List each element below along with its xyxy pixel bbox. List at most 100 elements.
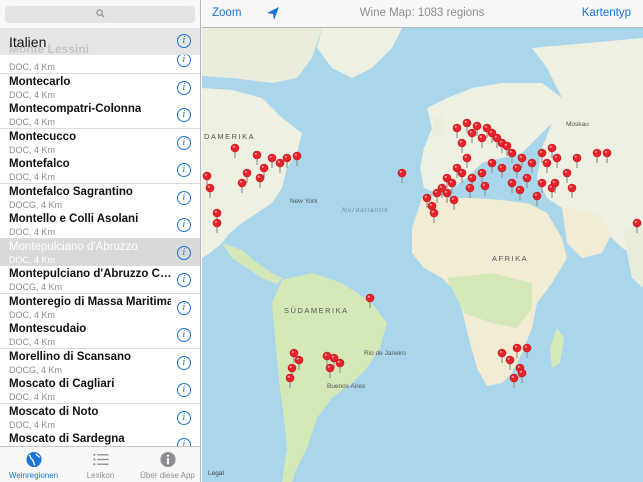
wine-region-pin[interactable]	[572, 153, 582, 168]
wine-region-pin[interactable]	[465, 183, 475, 198]
wine-region-pin[interactable]	[282, 153, 292, 168]
detail-info-icon[interactable]: i	[177, 53, 191, 67]
wine-region-pin[interactable]	[542, 158, 552, 173]
wine-region-pin[interactable]	[507, 178, 517, 193]
detail-info-icon[interactable]: i	[177, 300, 191, 315]
wine-region-pin[interactable]	[467, 128, 477, 143]
wine-region-pin[interactable]	[562, 168, 572, 183]
detail-info-icon[interactable]: i	[177, 355, 191, 370]
wine-region-pin[interactable]	[497, 348, 507, 363]
wine-region-pins[interactable]	[202, 28, 643, 482]
region-row[interactable]: Montecucco DOC, 4 Km i	[0, 128, 200, 157]
detail-info-icon[interactable]: i	[177, 108, 191, 122]
detail-info-icon[interactable]: i	[177, 190, 191, 205]
wine-region-pin[interactable]	[275, 158, 285, 173]
region-classification: DOC, 4 Km	[9, 309, 56, 320]
wine-region-pin[interactable]	[537, 178, 547, 193]
detail-info-icon[interactable]: i	[177, 218, 191, 232]
tab-ueber-diese-app[interactable]: Über diese App	[134, 447, 200, 482]
wine-region-pin[interactable]	[462, 153, 472, 168]
region-row[interactable]: Moscato di Cagliari DOC, 4 Km i	[0, 376, 200, 404]
wine-region-pin[interactable]	[509, 373, 519, 388]
region-classification: DOC, 4 Km	[9, 144, 56, 155]
wine-region-pin[interactable]	[397, 168, 407, 183]
region-row[interactable]: Montecompatri-Colonna DOC, 4 Km i	[0, 101, 200, 129]
region-row[interactable]: Monteregio di Massa Maritima DOC, 4 Km i	[0, 293, 200, 322]
tab-weinregionen[interactable]: Weinregionen	[0, 447, 67, 482]
wine-region-pin[interactable]	[517, 368, 527, 383]
detail-info-icon[interactable]: i	[177, 328, 191, 342]
wine-region-pin[interactable]	[532, 191, 542, 206]
wine-region-pin[interactable]	[285, 373, 295, 388]
region-row[interactable]: Montescudaio DOC, 4 Km i	[0, 321, 200, 349]
legal-link[interactable]: Legal	[208, 470, 224, 477]
globe-icon	[25, 451, 42, 468]
region-row[interactable]: Montecarlo DOC, 4 Km i	[0, 73, 200, 102]
search-field[interactable]	[5, 6, 195, 23]
wine-region-pin[interactable]	[457, 138, 467, 153]
region-name: Moscato di Noto	[9, 405, 99, 418]
wine-region-pin[interactable]	[515, 185, 525, 200]
wine-region-pin[interactable]	[602, 148, 612, 163]
wine-region-pin[interactable]	[522, 343, 532, 358]
wine-region-pin[interactable]	[632, 218, 642, 233]
magnifier-icon	[96, 9, 105, 18]
detail-info-icon[interactable]: i	[177, 273, 191, 287]
region-classification: DOCG, 4 Km	[9, 364, 63, 375]
region-row[interactable]: Moscato di SardegnaDOC, 4 Kmi	[0, 431, 200, 446]
region-row[interactable]: Montello e Colli Asolani DOC, 4 Km i	[0, 211, 200, 239]
wine-region-pin[interactable]	[480, 181, 490, 196]
wine-region-pin[interactable]	[325, 363, 335, 378]
wine-region-pin[interactable]	[449, 195, 459, 210]
wine-region-pin[interactable]	[522, 173, 532, 188]
zoom-button[interactable]: Zoom	[212, 7, 241, 19]
wine-region-pin[interactable]	[365, 293, 375, 308]
detail-info-icon[interactable]: i	[177, 80, 191, 95]
world-map[interactable]: DAMERIKA Moskau New York Nordatlantik AF…	[202, 28, 643, 482]
wine-region-pin[interactable]	[505, 355, 515, 370]
detail-info-icon[interactable]: i	[177, 245, 191, 260]
region-name: Montecompatri-Colonna	[9, 103, 142, 115]
detail-info-icon[interactable]: i	[177, 135, 191, 150]
wine-region-pin[interactable]	[512, 343, 522, 358]
wine-region-pin[interactable]	[335, 358, 345, 373]
wine-region-pin[interactable]	[237, 178, 247, 193]
region-classification: DOC, 4 Km	[9, 117, 56, 127]
wine-region-pin[interactable]	[487, 158, 497, 173]
detail-info-icon[interactable]: i	[177, 438, 191, 446]
tab-bar: Weinregionen Lexikon Über diese App	[0, 446, 200, 482]
wine-region-pin[interactable]	[255, 173, 265, 188]
wine-region-pin[interactable]	[552, 153, 562, 168]
wine-region-pin[interactable]	[230, 143, 240, 158]
region-row[interactable]: Montefalco DOC, 4 Km i	[0, 156, 200, 184]
wine-region-pin[interactable]	[507, 148, 517, 163]
wine-region-pin[interactable]	[457, 168, 467, 183]
wine-region-pin[interactable]	[527, 158, 537, 173]
detail-info-icon[interactable]: i	[177, 383, 191, 397]
region-row[interactable]: Moscato di Noto DOC, 4 Km i	[0, 403, 200, 432]
wine-region-pin[interactable]	[267, 153, 277, 168]
wine-region-pin[interactable]	[497, 163, 507, 178]
region-row[interactable]: Montepulciano d'Abruzzo C… DOCG, 4 Km i	[0, 266, 200, 294]
section-info-icon[interactable]: i	[177, 34, 191, 48]
detail-info-icon[interactable]: i	[177, 163, 191, 177]
wine-region-pin[interactable]	[477, 133, 487, 148]
wine-region-pin[interactable]	[292, 151, 302, 166]
tab-lexikon[interactable]: Lexikon	[67, 447, 134, 482]
wine-region-pin[interactable]	[592, 148, 602, 163]
map-type-button[interactable]: Kartentyp	[582, 7, 631, 19]
wine-region-pin[interactable]	[212, 218, 222, 233]
region-row[interactable]: Morellino di Scansano DOCG, 4 Km i	[0, 348, 200, 377]
wine-region-pin[interactable]	[205, 183, 215, 198]
wine-region-pin[interactable]	[512, 163, 522, 178]
wine-region-pin[interactable]	[477, 168, 487, 183]
region-row[interactable]: Montefalco Sagrantino DOCG, 4 Km i	[0, 183, 200, 212]
region-row[interactable]: Montepulciano d'Abruzzo DOC, 4 Km i	[0, 238, 200, 267]
detail-info-icon[interactable]: i	[177, 410, 191, 425]
wine-region-pin[interactable]	[452, 123, 462, 138]
region-list[interactable]: Monte Lessini Italien i DOC, 4 Km i Montec…	[0, 28, 200, 446]
location-arrow-icon[interactable]	[265, 6, 281, 22]
wine-region-pin[interactable]	[252, 150, 262, 165]
wine-region-pin[interactable]	[429, 208, 439, 223]
wine-region-pin[interactable]	[567, 183, 577, 198]
